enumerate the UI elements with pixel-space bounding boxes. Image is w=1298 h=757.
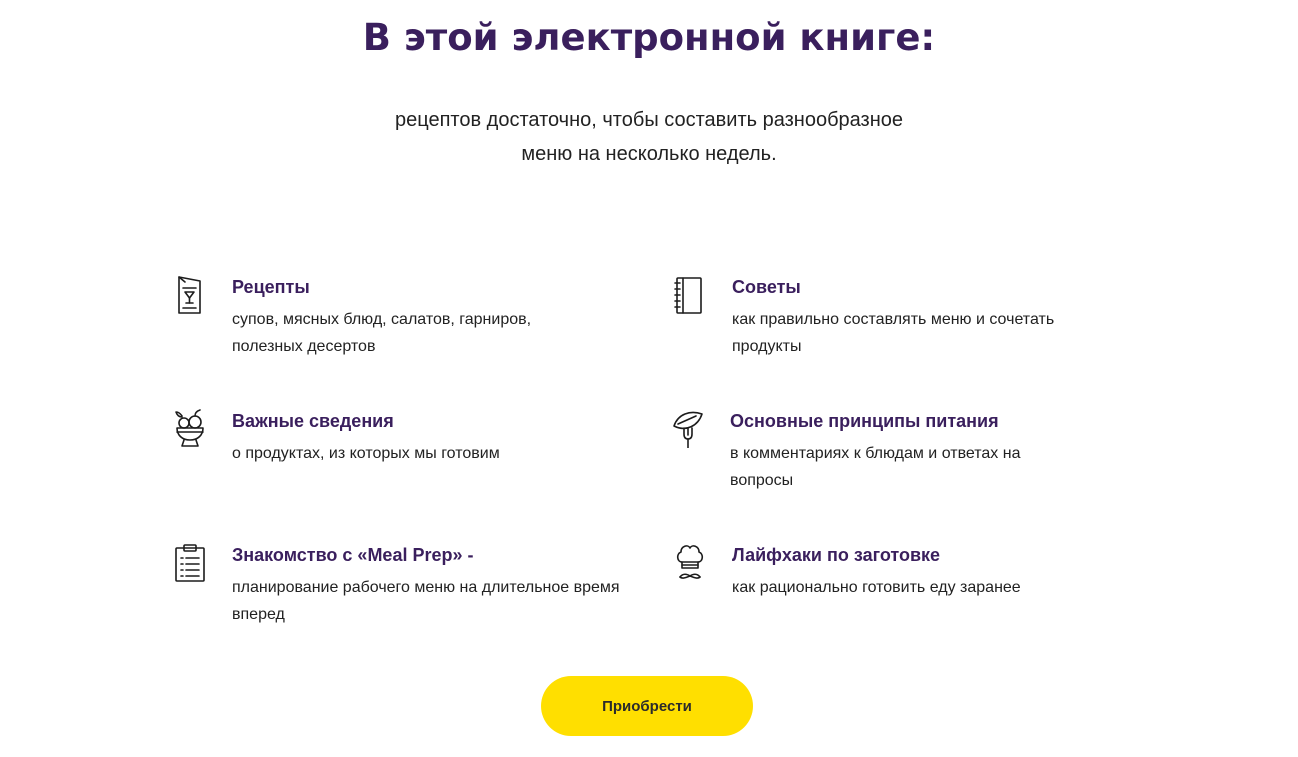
page-subtitle: рецептов достаточно, чтобы составить раз… [349, 103, 949, 171]
leaf-fork-icon [672, 408, 708, 448]
feature-description: супов, мясных блюд, салатов, гарниров, п… [232, 311, 532, 355]
buy-button[interactable]: Приобрести [541, 676, 753, 736]
menu-card-icon [174, 274, 210, 314]
clipboard-icon [174, 542, 210, 582]
page-title: В этой электронной книге: [362, 16, 936, 59]
feature-title: Основные принципы питания [730, 411, 999, 431]
feature-title: Знакомство с «Meal Prep» - [232, 545, 474, 565]
feature-description: о продуктах, из которых мы готовим [232, 445, 500, 462]
feature-title: Важные сведения [232, 411, 394, 431]
notebook-icon [674, 274, 710, 314]
feature-title: Советы [732, 277, 801, 297]
feature-description: как правильно составлять меню и сочетать… [732, 311, 1055, 355]
feature-description: как рационально готовить еду заранее [732, 579, 1021, 596]
chef-hat-icon [674, 542, 710, 582]
subtitle-line-2: меню на несколько недель. [521, 143, 777, 165]
fruit-bowl-icon [174, 408, 210, 448]
feature-title: Рецепты [232, 277, 310, 297]
feature-description: планирование рабочего меню на длительное… [232, 579, 620, 623]
feature-title: Лайфхаки по заготовке [732, 545, 941, 565]
feature-description: в комментариях к блюдам и ответах на воп… [730, 445, 1021, 489]
subtitle-line-1: рецептов достаточно, чтобы составить раз… [394, 109, 904, 131]
